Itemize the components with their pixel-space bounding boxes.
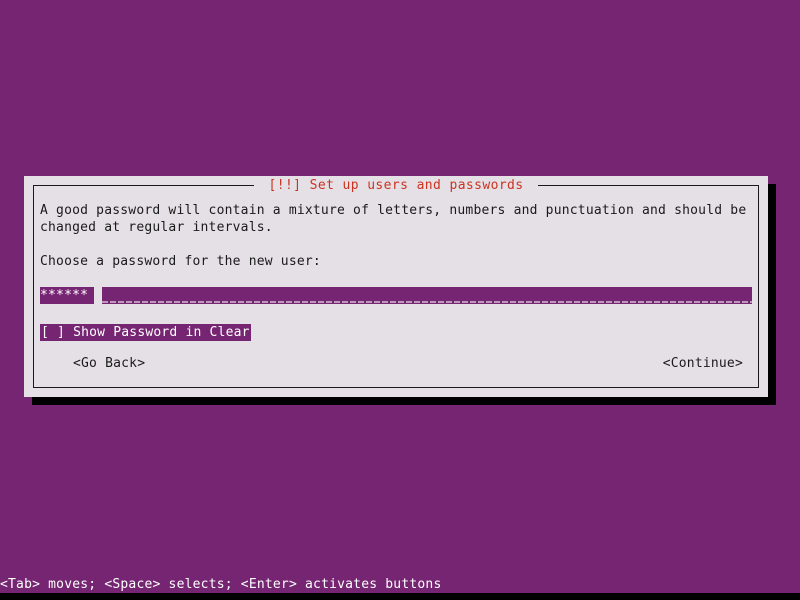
continue-button[interactable]: <Continue> <box>663 355 743 372</box>
description-line-2: changed at regular intervals. <box>40 220 273 235</box>
dialog-border-right <box>758 185 759 388</box>
dialog-border-top-right <box>538 185 759 186</box>
description-line-1: A good password will contain a mixture o… <box>40 203 747 218</box>
show-password-in-clear-checkbox[interactable]: [ ] Show Password in Clear <box>40 324 251 341</box>
password-masked-value: ****** <box>40 288 89 303</box>
dialog-content: A good password will contain a mixture o… <box>40 202 752 373</box>
password-field-underline <box>102 301 752 303</box>
installer-screen: [!!] Set up users and passwords A good p… <box>0 0 800 600</box>
dialog-border-top-left <box>33 185 254 186</box>
screen-bottom-band <box>0 593 800 600</box>
dialog-border-left <box>33 185 34 388</box>
setup-users-and-passwords-dialog: [!!] Set up users and passwords A good p… <box>24 176 768 397</box>
dialog-border-bottom <box>33 387 759 388</box>
text-cursor <box>94 287 102 304</box>
go-back-button[interactable]: <Go Back> <box>73 355 145 372</box>
dialog-buttons: <Go Back> <Continue> <box>40 355 752 373</box>
password-input[interactable]: ****** <box>40 287 752 306</box>
password-prompt-label: Choose a password for the new user: <box>40 254 321 269</box>
dialog-title: [!!] Set up users and passwords <box>254 177 538 194</box>
show-password-row: [ ] Show Password in Clear <box>40 321 752 341</box>
keyboard-hints-status-bar: <Tab> moves; <Space> selects; <Enter> ac… <box>0 576 800 593</box>
